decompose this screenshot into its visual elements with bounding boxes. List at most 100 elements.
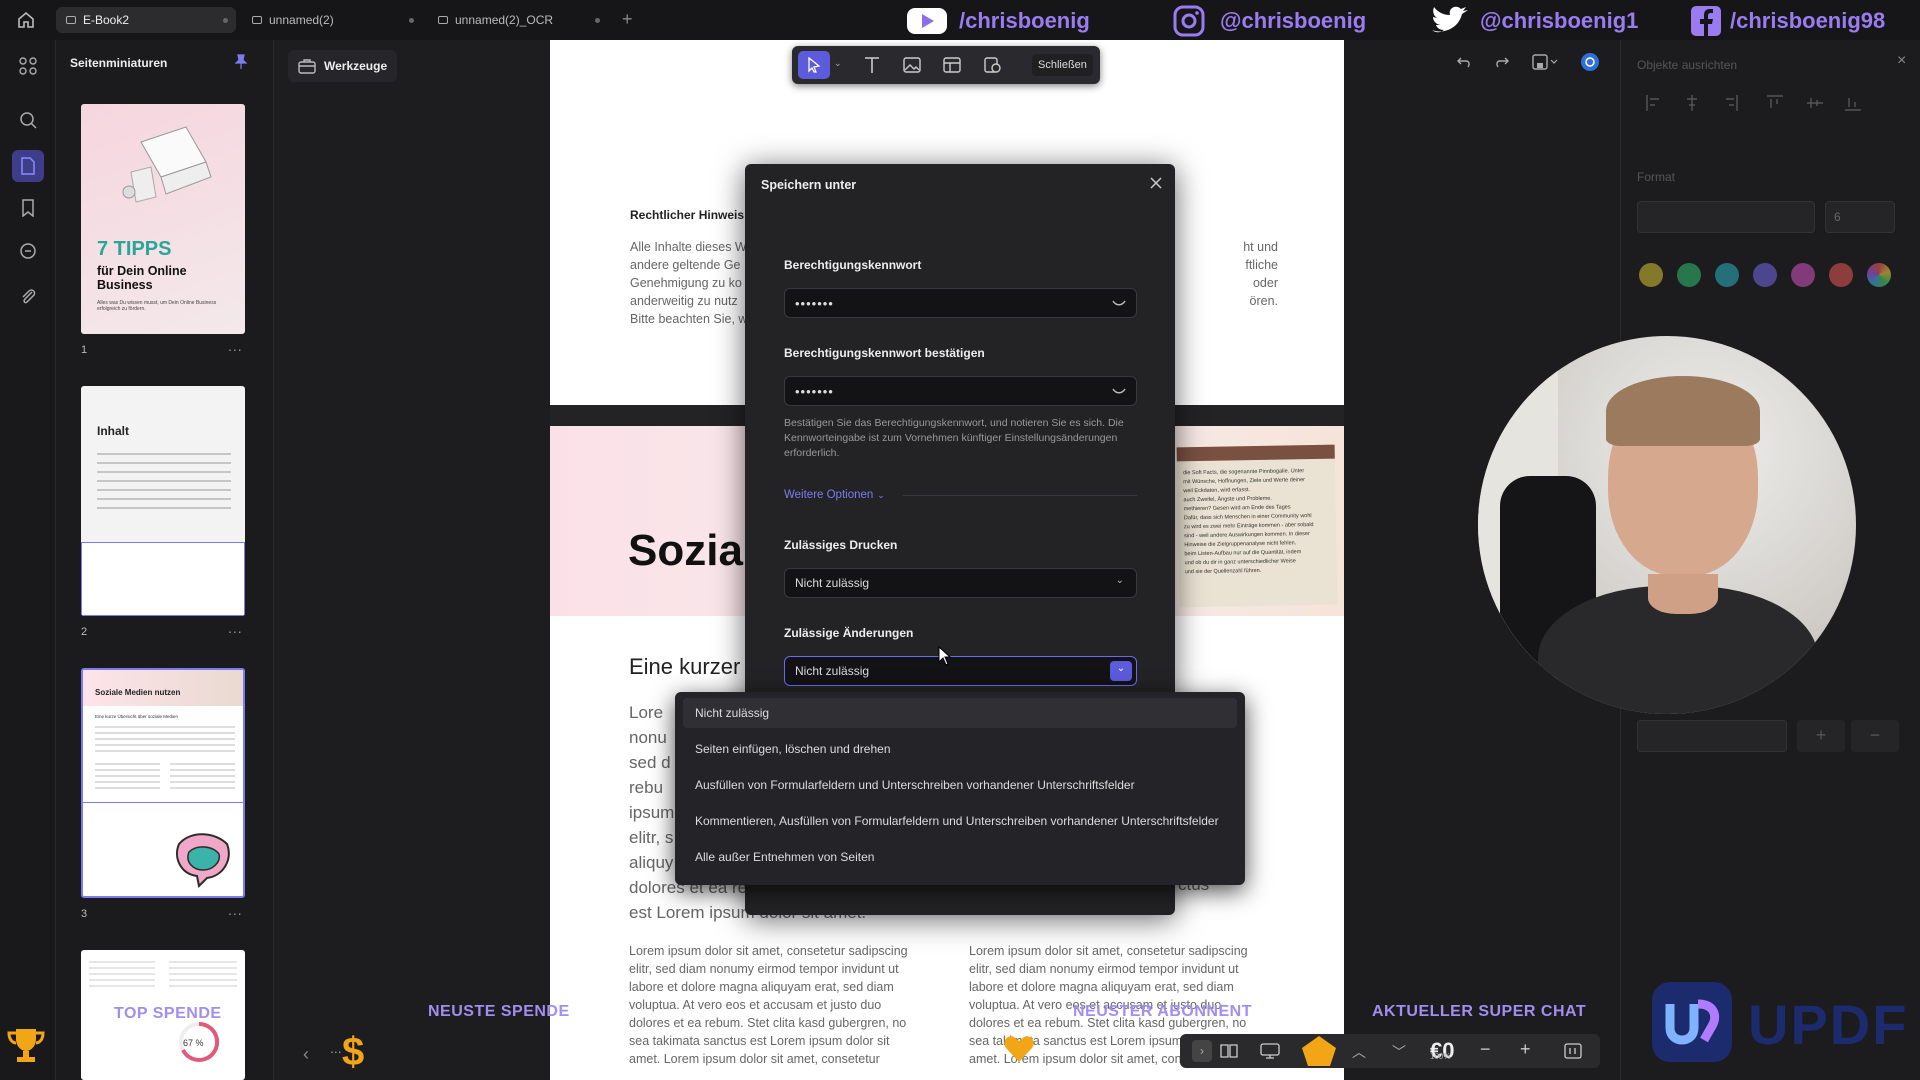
- top-bar: E-Book2 unnamed(2) unnamed(2)_OCR + /chr…: [0, 0, 1920, 40]
- home-icon[interactable]: [16, 10, 36, 30]
- reading-mode-icon[interactable]: [1220, 1043, 1238, 1059]
- plus-button[interactable]: +: [1797, 720, 1845, 752]
- eye-closed-icon[interactable]: [1112, 299, 1126, 309]
- eye-closed-icon[interactable]: [1112, 387, 1126, 397]
- close-icon[interactable]: [1147, 174, 1165, 192]
- shape-tool-icon[interactable]: [982, 55, 1002, 75]
- image-tool-icon[interactable]: [902, 55, 922, 75]
- presentation-icon[interactable]: [1260, 1043, 1280, 1059]
- tab-unnamed2[interactable]: unnamed(2): [242, 7, 422, 33]
- color-swatch-yellow[interactable]: [1639, 263, 1663, 287]
- instagram-handle: @chrisboenig: [1168, 5, 1366, 37]
- page-2-more-button[interactable]: ...: [228, 620, 243, 636]
- tools-button[interactable]: Werkzeuge: [288, 50, 398, 82]
- toolbox-icon: [298, 59, 316, 74]
- more-options-toggle[interactable]: Weitere Optionen ⌄: [784, 489, 885, 501]
- book-photo: die Soft Facts, die sogenannte Pinnbogal…: [1176, 444, 1338, 608]
- changes-permission-select[interactable]: Nicht zulässig ⌄: [784, 656, 1137, 686]
- fit-page-icon[interactable]: [1564, 1043, 1582, 1059]
- document-tab-icon: [252, 16, 262, 24]
- page-number-3: 3: [81, 908, 88, 920]
- facebook-icon: [1691, 6, 1721, 36]
- page-thumbnails-icon[interactable]: [12, 150, 44, 182]
- option-alle-ausser[interactable]: Alle außer Entnehmen von Seiten: [683, 842, 1237, 872]
- color-swatch-green[interactable]: [1677, 263, 1701, 287]
- top-donation-label: TOP SPENDE: [114, 1005, 222, 1022]
- print-permission-label: Zulässiges Drucken: [784, 538, 898, 552]
- cursor-icon: [808, 57, 821, 73]
- document-tab-icon: [438, 16, 448, 24]
- font-family-select[interactable]: [1637, 201, 1815, 233]
- thumb-p3-title: Soziale Medien nutzen: [95, 688, 181, 697]
- minus-button[interactable]: −: [1851, 720, 1899, 752]
- attachment-icon[interactable]: [16, 284, 40, 308]
- thumbnail-page-1[interactable]: 7 TIPPS für Dein Online Business Alles w…: [81, 104, 245, 334]
- thumb-p3-sub: Eine kurze Übersicht über soziale Medien: [95, 714, 179, 719]
- align-buttons[interactable]: [1645, 94, 1885, 112]
- ai-assistant-icon[interactable]: [1580, 52, 1600, 72]
- zoom-out-button[interactable]: −: [1480, 1039, 1491, 1060]
- option-seiten-einfuegen[interactable]: Seiten einfügen, löschen und drehen: [683, 734, 1237, 764]
- document-controls: [1456, 52, 1600, 72]
- webcam-overlay: [1478, 336, 1856, 714]
- undo-icon[interactable]: [1456, 54, 1472, 70]
- redo-icon[interactable]: [1494, 54, 1510, 70]
- option-kommentieren[interactable]: Kommentieren, Ausfüllen von Formularfeld…: [683, 806, 1237, 836]
- print-permission-select[interactable]: Nicht zulässig ⌄: [784, 568, 1137, 598]
- tab-e-book2[interactable]: E-Book2: [56, 7, 236, 33]
- lorem-col-1: Lorem ipsum dolor sit amet, consetetur s…: [629, 944, 908, 1066]
- page-1-more-button[interactable]: ...: [228, 338, 243, 354]
- confirm-password-field[interactable]: •••••••: [784, 376, 1137, 406]
- chevron-down-icon: ⌄: [877, 489, 885, 500]
- legal-text-right: ht und ftliche oder ören.: [1243, 240, 1278, 308]
- facebook-handle: /chrisboenig98: [1686, 6, 1885, 36]
- changes-permission-label: Zulässige Änderungen: [784, 626, 914, 640]
- add-tab-button[interactable]: +: [622, 9, 633, 30]
- dollar-icon: $: [342, 1030, 365, 1074]
- chevron-down-icon[interactable]: ⌄: [834, 58, 842, 69]
- link-tool-icon[interactable]: [942, 55, 962, 75]
- prev-page-button[interactable]: ‹: [292, 1040, 320, 1068]
- apps-grid-icon[interactable]: [16, 54, 40, 78]
- save-icon[interactable]: [1532, 54, 1558, 70]
- bottom-toolbar: › ︿ ﹀ €0 100% − +: [1180, 1034, 1600, 1068]
- option-nicht-zulaessig[interactable]: Nicht zulässig: [683, 698, 1237, 728]
- option-formularfelder[interactable]: Ausfüllen von Formularfeldern und Unters…: [683, 770, 1237, 800]
- page-3-more-button[interactable]: ...: [228, 902, 243, 918]
- youtube-icon: [907, 8, 947, 34]
- close-panel-icon[interactable]: ×: [1897, 52, 1906, 70]
- thumbnail-page-3[interactable]: Soziale Medien nutzen Eine kurze Übersic…: [81, 668, 245, 898]
- search-icon[interactable]: [16, 108, 40, 132]
- zoom-level[interactable]: 100%: [1430, 1052, 1450, 1061]
- text-tool-icon[interactable]: [862, 55, 882, 75]
- zoom-in-button[interactable]: +: [1520, 1039, 1531, 1060]
- updf-wordmark: UPDF: [1748, 993, 1909, 1056]
- tab-unnamed2-ocr[interactable]: unnamed(2)_OCR: [428, 7, 608, 33]
- color-swatch-red[interactable]: [1829, 263, 1853, 287]
- permission-password-field[interactable]: •••••••: [784, 288, 1137, 318]
- color-swatch-purple[interactable]: [1753, 263, 1777, 287]
- select-tool-button[interactable]: [798, 51, 830, 79]
- pin-icon[interactable]: [234, 54, 248, 70]
- page-up-button[interactable]: ︿: [1352, 1042, 1366, 1062]
- color-picker[interactable]: [1867, 263, 1891, 287]
- page-down-button[interactable]: ﹀: [1392, 1042, 1406, 1062]
- more-button[interactable]: ...: [330, 1040, 342, 1056]
- youtube-handle: /chrisboenig: [905, 6, 1090, 36]
- pentagon-icon: [1302, 1036, 1336, 1066]
- dialog-title: Speichern unter: [761, 178, 857, 192]
- bookmark-icon[interactable]: [16, 196, 40, 220]
- thumbnail-panel: Seitenminiaturen 7 TIPPS für Dein Online…: [56, 40, 274, 1080]
- page-heading: Sozial: [628, 526, 756, 575]
- font-size-input[interactable]: 6: [1825, 201, 1895, 233]
- floating-toolbar: ⌄ Schließen: [792, 46, 1100, 84]
- color-swatch-pink[interactable]: [1791, 263, 1815, 287]
- twitter-icon: [1432, 6, 1468, 33]
- next-page-button[interactable]: ›: [1192, 1040, 1212, 1062]
- close-edit-button[interactable]: Schließen: [1032, 54, 1093, 76]
- color-swatch-teal[interactable]: [1715, 263, 1739, 287]
- comment-icon[interactable]: [16, 240, 40, 264]
- thumbnail-page-2[interactable]: Inhalt: [81, 386, 245, 616]
- spacing-select[interactable]: [1637, 720, 1787, 752]
- chevron-down-icon: ⌄: [1115, 575, 1124, 586]
